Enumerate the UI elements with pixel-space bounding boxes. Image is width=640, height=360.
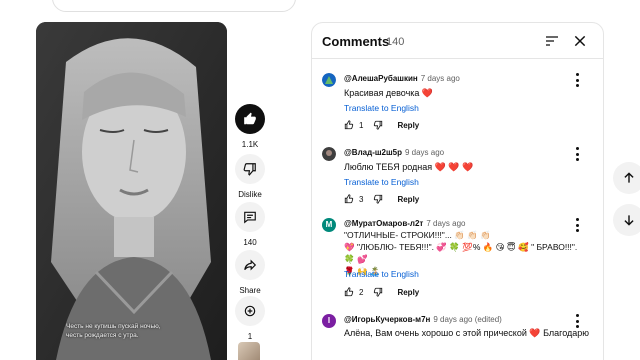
comment-header: @ИгорьКучерков-м7н 9 days ago (edited) [344, 315, 502, 324]
comment-header: @МуратОмаров-л2т 7 days ago [344, 219, 466, 228]
thumbs-down-icon[interactable] [373, 287, 383, 297]
share-icon [244, 259, 257, 271]
arrow-down-icon [624, 215, 634, 226]
comments-panel: Comments 140 @АлешаРубашкин 7 days ago Кр… [311, 22, 604, 360]
comment-time[interactable]: 9 days ago (edited) [433, 315, 502, 324]
comment-icon [244, 211, 256, 224]
comment-text: Красивая девочка ❤️ [344, 88, 434, 98]
comment-menu-icon[interactable] [574, 147, 580, 161]
comment-toolbar: 3 Reply [344, 193, 419, 205]
comment-toolbar: 1 Reply [344, 119, 419, 131]
comments-header: Comments 140 [312, 23, 603, 59]
shorts-page: Честь не купишь пускай ночью, честь рожд… [0, 0, 640, 360]
remix-count: 1 [247, 332, 253, 341]
comments-count: 140 [386, 36, 405, 48]
comment-author[interactable]: @АлешаРубашкин [344, 74, 418, 83]
comment-menu-icon[interactable] [574, 73, 580, 87]
thumbs-up-icon[interactable] [344, 194, 354, 204]
comment-text: Люблю ТЕБЯ родная ❤️ ❤️ ❤️ [344, 162, 474, 172]
like-button[interactable] [235, 104, 265, 134]
comment-text-line: 💖 "ЛЮБЛЮ- ТЕБЯ!!!". 💞 🍀 💯% 🔥 😘 😇 🥰 " БРА… [344, 242, 578, 264]
search-bar[interactable] [52, 0, 296, 12]
translate-link[interactable]: Translate to English [344, 269, 419, 279]
comment-text-line: "ОТЛИЧНЫЕ- СТРОКИ!!!"... 👏🏻 👏🏻 👏🏻 [344, 230, 491, 240]
comment-time[interactable]: 7 days ago [421, 74, 460, 83]
dislike-label: Dislike [238, 190, 262, 199]
next-short-button[interactable] [613, 204, 640, 236]
comment-toolbar: 2 Reply [344, 286, 419, 298]
comment-header: @АлешаРубашкин 7 days ago [344, 74, 460, 83]
close-icon[interactable] [572, 33, 588, 49]
video-caption: Честь не купишь пускай ночью, честь рожд… [66, 322, 206, 340]
like-action: 1.1K [233, 104, 267, 149]
comment-header: @Влад-ш2ш5р 9 days ago [344, 148, 444, 157]
thumbs-up-icon[interactable] [344, 120, 354, 130]
thumbs-up-icon [244, 112, 256, 125]
caption-line: Честь не купишь пускай ночью, [66, 323, 161, 330]
user-avatar[interactable]: M [322, 218, 336, 232]
comment-author[interactable]: @Влад-ш2ш5р [344, 148, 402, 157]
translate-link[interactable]: Translate to English [344, 177, 419, 187]
share-button[interactable] [235, 250, 265, 280]
comment-menu-icon[interactable] [574, 314, 580, 328]
like-count: 1 [359, 120, 364, 130]
comments-title: Comments [322, 34, 390, 49]
user-avatar[interactable]: I [322, 314, 336, 328]
like-count: 2 [359, 287, 364, 297]
like-count: 1.1K [241, 140, 259, 149]
comment-time[interactable]: 9 days ago [405, 148, 444, 157]
remix-action: 1 [233, 296, 267, 341]
remix-button[interactable] [235, 296, 265, 326]
comment-time[interactable]: 7 days ago [426, 219, 465, 228]
reply-button[interactable]: Reply [397, 288, 419, 297]
remix-icon [244, 305, 256, 317]
thumbs-down-icon[interactable] [373, 120, 383, 130]
arrow-up-icon [624, 172, 634, 183]
dislike-button[interactable] [235, 154, 265, 184]
user-avatar[interactable] [322, 73, 336, 87]
comments-button[interactable] [235, 202, 265, 232]
sort-icon[interactable] [544, 33, 560, 49]
comments-action: 140 [233, 202, 267, 247]
dislike-action: Dislike [233, 154, 267, 199]
comment-author[interactable]: @ИгорьКучерков-м7н [344, 315, 430, 324]
share-action: Share [233, 250, 267, 295]
share-label: Share [239, 286, 261, 295]
like-count: 3 [359, 194, 364, 204]
reply-button[interactable]: Reply [397, 121, 419, 130]
comment-author[interactable]: @МуратОмаров-л2т [344, 219, 423, 228]
user-avatar[interactable] [322, 147, 336, 161]
video-frame [36, 22, 227, 360]
thumbs-down-icon[interactable] [373, 194, 383, 204]
comment-text: Алёна, Вам очень хорошо с этой прической… [344, 328, 589, 338]
caption-line: честь рождается с утра. [66, 332, 139, 339]
thumbs-up-icon[interactable] [344, 287, 354, 297]
translate-link[interactable]: Translate to English [344, 103, 419, 113]
channel-avatar[interactable] [238, 342, 260, 360]
thumbs-down-icon [243, 163, 256, 176]
comment-menu-icon[interactable] [574, 218, 580, 232]
short-video-player[interactable]: Честь не купишь пускай ночью, честь рожд… [36, 22, 227, 360]
comment-count: 140 [243, 238, 257, 247]
previous-short-button[interactable] [613, 162, 640, 194]
reply-button[interactable]: Reply [397, 195, 419, 204]
